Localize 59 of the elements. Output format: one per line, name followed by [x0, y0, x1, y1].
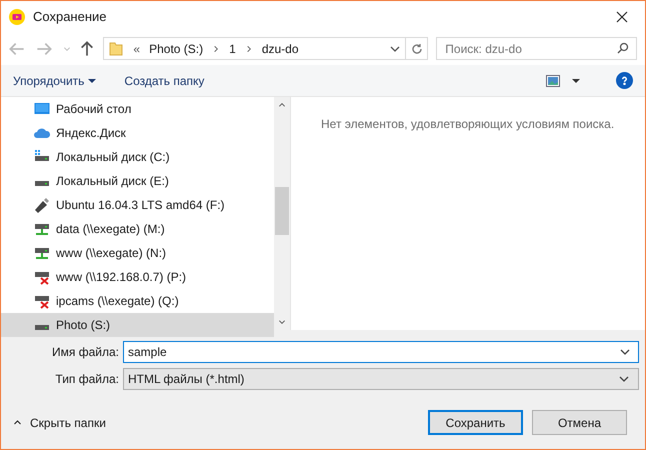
new-folder-button[interactable]: Создать папку — [124, 72, 204, 90]
file-name-field[interactable]: sample — [123, 341, 639, 363]
caret-icon — [88, 76, 96, 84]
back-arrow-icon — [9, 40, 25, 56]
refresh-icon — [410, 42, 423, 54]
breadcrumb[interactable]: dzu-do — [262, 40, 299, 58]
empty-message: Нет элементов, удовлетворяющих условиям поиска. — [321, 117, 614, 131]
refresh-button[interactable] — [406, 37, 428, 60]
close-icon — [616, 10, 628, 22]
save-button[interactable]: Сохранить — [428, 410, 523, 435]
sidebar-item[interactable]: www (\\192.168.0.7) (P:) — [1, 265, 274, 289]
scrollbar[interactable] — [274, 97, 290, 330]
drive-icon — [34, 324, 50, 331]
overflow-indicator: « — [133, 40, 140, 58]
monitor-icon — [34, 101, 50, 117]
app-icon — [9, 8, 25, 24]
sidebar-item[interactable]: Рабочий стол — [1, 97, 274, 121]
sidebar-item[interactable]: Photo (S:) — [1, 313, 274, 337]
scrollbar-thumb[interactable] — [275, 187, 289, 235]
forward-arrow-icon — [36, 40, 52, 56]
separator-icon — [244, 44, 253, 52]
search-field[interactable]: Поиск: dzu-do — [436, 37, 637, 60]
caret-icon — [63, 44, 72, 52]
folder-icon — [108, 40, 124, 56]
separator-icon — [212, 44, 220, 52]
disconnected-drive-icon — [34, 293, 50, 309]
up-arrow-icon — [79, 40, 96, 56]
breadcrumb[interactable]: Photo (S:) — [149, 40, 204, 58]
sidebar-item[interactable]: Яндекс.Диск — [1, 121, 274, 145]
sidebar-item[interactable]: Локальный диск (E:) — [1, 169, 274, 193]
disconnected-drive-icon — [34, 269, 50, 285]
file-type-dropdown[interactable]: HTML файлы (*.html) — [123, 368, 639, 390]
network-drive-icon — [34, 245, 50, 261]
help-button[interactable] — [616, 72, 633, 89]
usb-stick-icon — [34, 197, 50, 213]
file-type-label: Тип файла: — [54, 371, 119, 388]
scroll-down-icon — [278, 318, 286, 326]
window-title: Сохранение — [33, 8, 107, 26]
breadcrumb[interactable]: 1 — [229, 40, 236, 58]
file-name-label: Имя файла: — [51, 344, 119, 361]
collapse-icon — [13, 418, 22, 427]
sidebar-item[interactable]: ipcams (\\exegate) (Q:) — [1, 289, 274, 313]
cancel-button[interactable]: Отмена — [532, 410, 627, 435]
caret-icon — [572, 76, 580, 84]
scroll-up-icon — [278, 101, 286, 109]
network-drive-icon — [34, 221, 50, 237]
view-button[interactable] — [546, 74, 580, 86]
search-icon — [617, 42, 629, 54]
drive-icon — [34, 180, 50, 187]
organize-button[interactable]: Упорядочить — [13, 72, 96, 90]
sidebar-item[interactable]: Локальный диск (C:) — [1, 145, 274, 169]
hide-folders-button[interactable]: Скрыть папки — [13, 414, 106, 432]
sidebar-item[interactable]: www (\\exegate) (N:) — [1, 241, 274, 265]
question-icon — [620, 76, 629, 85]
sidebar-item[interactable]: data (\\exegate) (M:) — [1, 217, 274, 241]
sidebar-item[interactable]: Ubuntu 16.04.3 LTS amd64 (F:) — [1, 193, 274, 217]
view-icon — [546, 74, 560, 86]
address-bar[interactable]: « Photo (S:) 1 dzu-do — [103, 37, 406, 60]
up-button[interactable] — [79, 40, 96, 56]
